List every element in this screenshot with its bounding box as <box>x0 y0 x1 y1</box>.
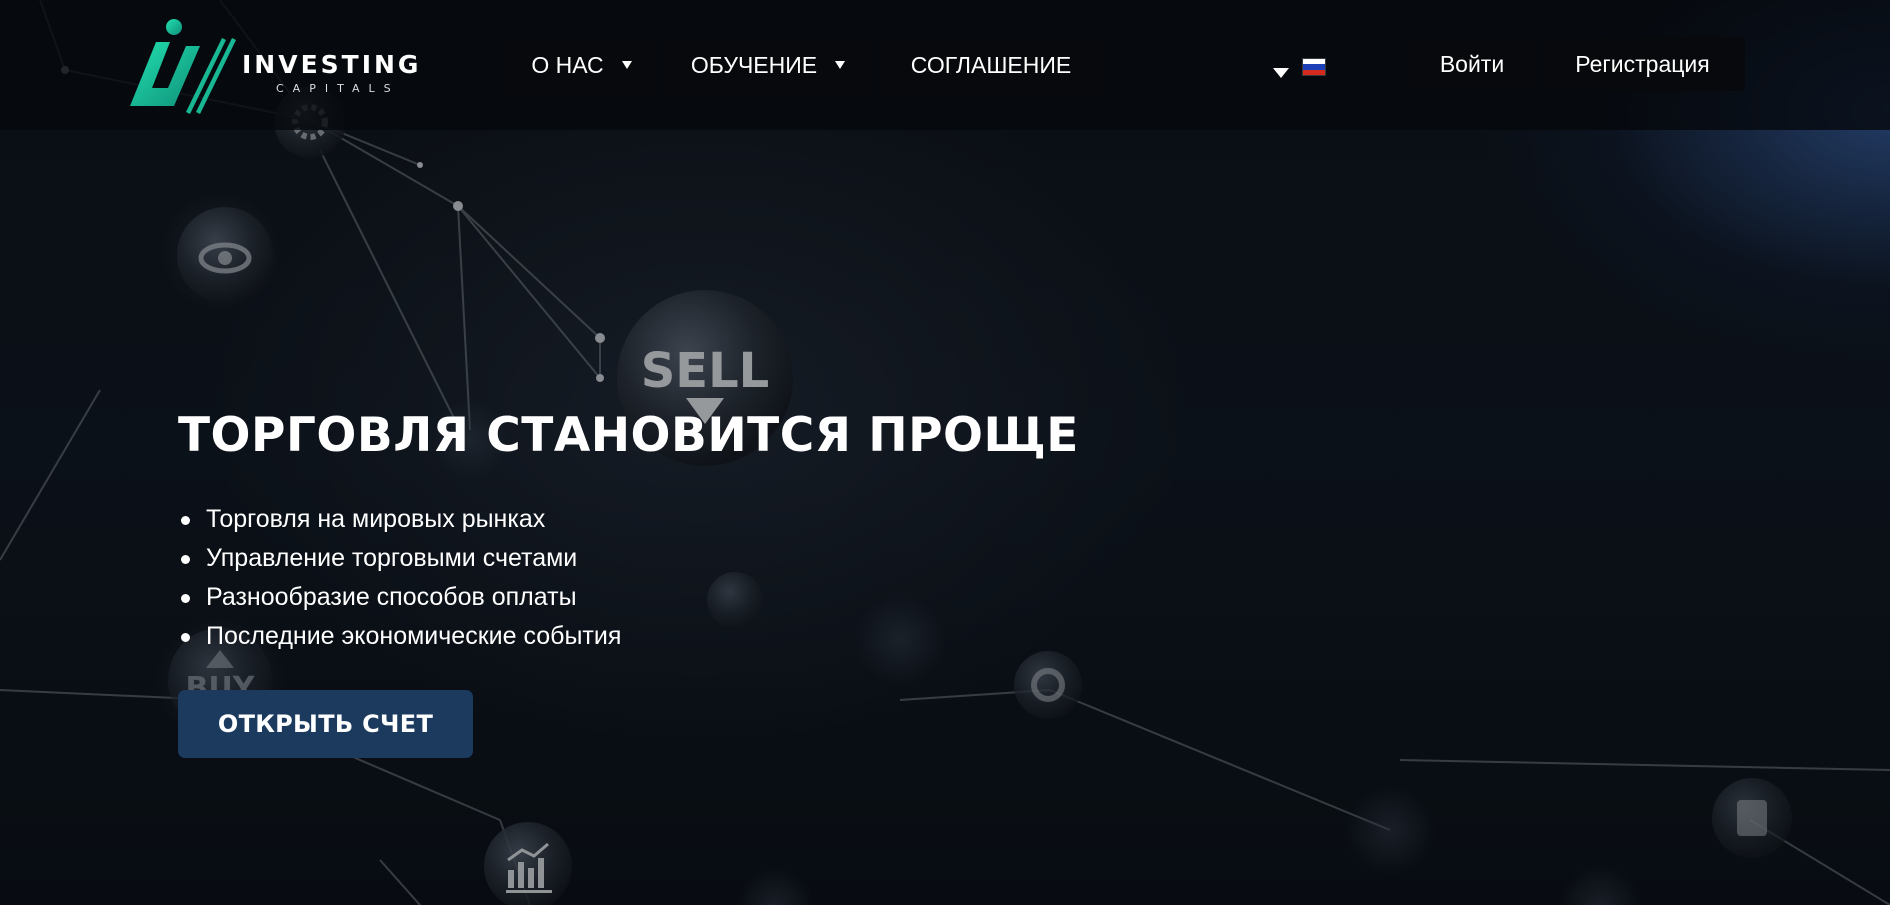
feature-item-label: Управление торговыми счетами <box>206 544 578 572</box>
nav-item-education[interactable]: ОБУЧЕНИЕ <box>663 37 873 93</box>
hero-title: ТОРГОВЛЯ СТАНОВИТСЯ ПРОЩЕ <box>178 408 1079 463</box>
login-button-label: Войти <box>1439 50 1505 77</box>
nav-item-agreement[interactable]: СОГЛАШЕНИЕ <box>877 37 1105 93</box>
open-account-button-label: ОТКРЫТЬ СЧЕТ <box>217 710 434 738</box>
nav-item-about-label: О НАС <box>531 51 604 78</box>
brand-name: INVESTING <box>242 50 422 79</box>
site-header: INVESTING CAPITALS О НАС ОБУЧЕНИЕ СОГЛАШ… <box>0 0 1890 130</box>
brand-logo-icon <box>130 19 236 114</box>
open-account-button[interactable]: ОТКРЫТЬ СЧЕТ <box>178 690 473 758</box>
caret-down-icon <box>1273 68 1289 78</box>
bullet-icon <box>181 594 190 603</box>
feature-item-label: Последние экономические события <box>206 622 622 650</box>
language-selector[interactable] <box>1268 54 1328 84</box>
nav-item-agreement-label: СОГЛАШЕНИЕ <box>910 51 1072 78</box>
bullet-icon <box>181 633 190 642</box>
feature-item: Последние экономические события <box>178 617 621 656</box>
register-button[interactable]: Регистрация <box>1540 37 1745 91</box>
feature-item: Управление торговыми счетами <box>178 539 621 578</box>
feature-list: Торговля на мировых рынках Управление то… <box>178 500 621 656</box>
caret-down-icon <box>621 61 632 69</box>
nav-item-about[interactable]: О НАС <box>505 37 658 93</box>
login-button[interactable]: Войти <box>1408 37 1536 91</box>
feature-item: Разнообразие способов оплаты <box>178 578 621 617</box>
feature-item-label: Торговля на мировых рынках <box>206 505 546 533</box>
bullet-icon <box>181 516 190 525</box>
feature-item: Торговля на мировых рынках <box>178 500 621 539</box>
russian-flag-icon <box>1302 58 1326 76</box>
brand-logo[interactable]: INVESTING CAPITALS <box>130 18 470 114</box>
nav-item-education-label: ОБУЧЕНИЕ <box>690 51 818 78</box>
bullet-icon <box>181 555 190 564</box>
brand-tagline: CAPITALS <box>276 82 400 95</box>
register-button-label: Регистрация <box>1575 50 1710 77</box>
caret-down-icon <box>835 61 846 69</box>
feature-item-label: Разнообразие способов оплаты <box>206 583 577 611</box>
